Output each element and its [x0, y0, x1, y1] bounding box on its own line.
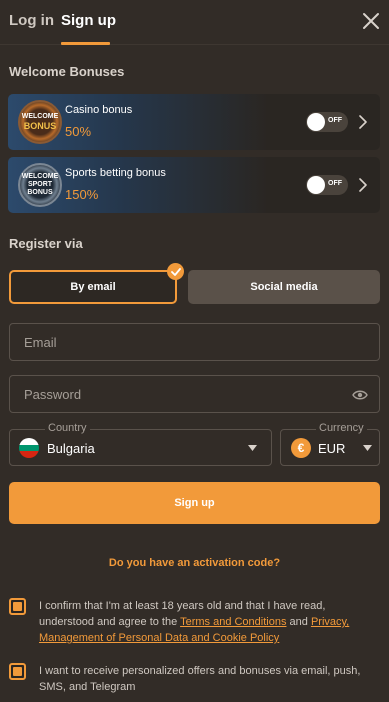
chevron-down-icon	[248, 445, 257, 451]
badge-top-text: WELCOME	[21, 113, 59, 120]
badge-main-text: SPORT BONUS	[27, 181, 53, 196]
sports-bonus-badge-icon: WELCOME SPORT BONUS	[18, 163, 62, 207]
currency-value: EUR	[318, 441, 346, 456]
tab-login[interactable]: Log in	[9, 12, 54, 29]
badge-top-text: WELCOME	[21, 173, 59, 180]
selected-check-icon	[167, 263, 184, 280]
currency-select[interactable]: Currency € EUR	[280, 422, 380, 466]
eye-icon[interactable]	[352, 389, 368, 401]
age-terms-consent-text: I confirm that I'm at least 18 years old…	[39, 598, 374, 646]
activation-code-link[interactable]: Do you have an activation code?	[0, 557, 389, 569]
badge-main-text: BONUS	[23, 121, 57, 131]
active-tab-indicator	[61, 42, 110, 45]
toggle-state: OFF	[328, 180, 342, 187]
checkbox-check-mark	[13, 602, 22, 611]
email-field[interactable]	[9, 323, 380, 361]
tab-signup[interactable]: Sign up	[61, 12, 116, 29]
bonus-name: Sports betting bonus	[65, 167, 166, 179]
euro-icon: €	[291, 438, 311, 458]
age-terms-checkbox[interactable]	[9, 598, 26, 615]
chevron-down-icon	[363, 445, 372, 451]
register-social-media-button[interactable]: Social media	[188, 270, 380, 304]
offers-checkbox[interactable]	[9, 663, 26, 680]
consent-text-and: and	[286, 616, 311, 628]
currency-label: Currency	[316, 422, 367, 434]
email-input[interactable]	[10, 324, 379, 360]
welcome-bonuses-title: Welcome Bonuses	[9, 64, 125, 79]
toggle-knob	[307, 113, 325, 131]
signup-submit-button[interactable]: Sign up	[9, 482, 380, 524]
casino-bonus-badge-icon: WELCOME BONUS	[18, 100, 62, 144]
country-label: Country	[45, 422, 90, 434]
bulgaria-flag-icon	[19, 438, 39, 458]
country-value: Bulgaria	[47, 441, 95, 456]
chevron-right-icon[interactable]	[359, 115, 367, 129]
auth-tabs: Log in Sign up	[0, 0, 389, 45]
casino-bonus-toggle[interactable]: OFF	[306, 112, 348, 132]
register-via-title: Register via	[9, 236, 83, 251]
bonus-value: 50%	[65, 124, 92, 139]
checkbox-check-mark	[13, 667, 22, 676]
country-select[interactable]: Country Bulgaria	[9, 422, 272, 466]
bonus-value: 150%	[65, 187, 99, 202]
password-field[interactable]	[9, 375, 380, 413]
toggle-knob	[307, 176, 325, 194]
sports-bonus-card[interactable]: WELCOME SPORT BONUS Sports betting bonus…	[8, 157, 380, 213]
password-input[interactable]	[10, 376, 379, 412]
close-icon[interactable]	[362, 12, 380, 30]
sports-bonus-toggle[interactable]: OFF	[306, 175, 348, 195]
casino-bonus-card[interactable]: WELCOME BONUS Casino bonus 50% OFF	[8, 94, 380, 150]
register-by-email-button[interactable]: By email	[9, 270, 177, 304]
toggle-state: OFF	[328, 117, 342, 124]
chevron-right-icon[interactable]	[359, 178, 367, 192]
terms-and-conditions-link[interactable]: Terms and Conditions	[180, 616, 286, 628]
offers-consent-text: I want to receive personalized offers an…	[39, 665, 361, 693]
bonus-name: Casino bonus	[65, 104, 133, 116]
